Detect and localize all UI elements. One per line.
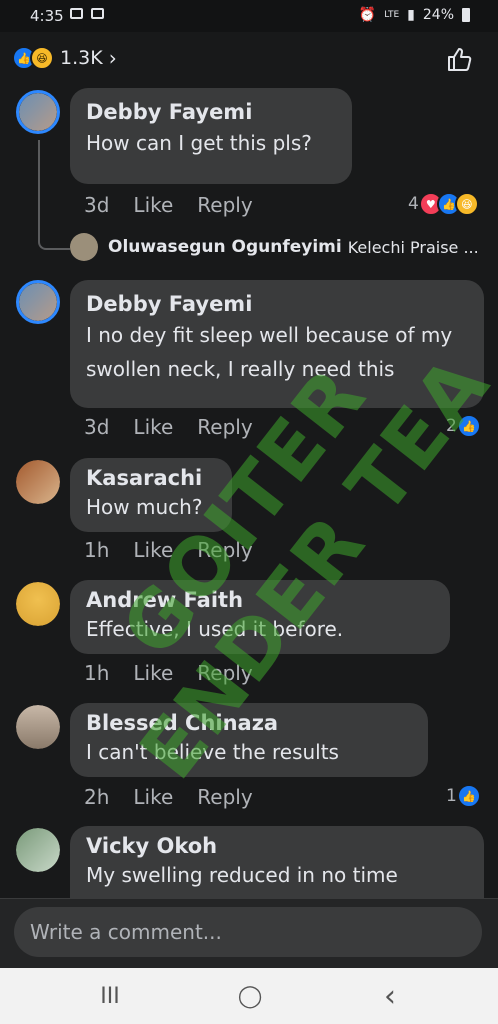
comment-composer xyxy=(0,898,498,969)
like-outline-icon[interactable] xyxy=(446,46,472,72)
gallery-icon xyxy=(70,8,83,19)
comment-bubble[interactable]: Debby Fayemi How can I get this pls? xyxy=(70,88,352,184)
avatar[interactable] xyxy=(16,90,60,134)
battery-icon xyxy=(462,8,470,22)
avatar-image xyxy=(16,582,60,626)
comment-text: How can I get this pls? xyxy=(86,131,312,155)
comment-time: 2h xyxy=(84,785,110,809)
comment-bubble[interactable]: Debby Fayemi I no dey fit sleep well bec… xyxy=(70,280,484,408)
avatar[interactable] xyxy=(16,582,60,626)
comment-actions: 3d Like Reply xyxy=(84,415,253,439)
reply-button[interactable]: Reply xyxy=(197,785,252,809)
like-button[interactable]: Like xyxy=(133,193,173,217)
comment-reactions[interactable]: 1 👍 xyxy=(446,784,481,808)
comment-time: 1h xyxy=(84,661,110,685)
avatar[interactable] xyxy=(16,280,60,324)
comment-input[interactable] xyxy=(14,907,482,957)
comment-author[interactable]: Kasarachi xyxy=(86,464,216,492)
system-nav-bar: III ◯ ‹ xyxy=(0,968,498,1024)
signal-icon: ▮ xyxy=(407,7,415,23)
avatar[interactable] xyxy=(16,828,60,872)
comment-time: 3d xyxy=(84,415,110,439)
comment-bubble[interactable]: Andrew Faith Effective, I used it before… xyxy=(70,580,450,654)
comment-actions: 3d Like Reply xyxy=(84,193,253,217)
haha-reaction-icon: 😆 xyxy=(454,192,479,216)
avatar-image xyxy=(16,828,60,872)
comment-author[interactable]: Debby Fayemi xyxy=(86,290,468,318)
comment-time: 3d xyxy=(84,193,110,217)
status-bar: 4:35 ⏰ LTE ▮ 24% xyxy=(0,0,498,32)
comment-text: How much? xyxy=(86,495,203,519)
comment-bubble[interactable]: Vicky Okoh My swelling reduced in no tim… xyxy=(70,826,484,898)
status-right: ⏰ LTE ▮ 24% xyxy=(359,7,470,23)
comment-author[interactable]: Blessed Chinaza xyxy=(86,709,412,737)
comment-actions: 1h Like Reply xyxy=(84,661,253,685)
thread-line xyxy=(38,140,70,250)
message-icon xyxy=(91,8,104,19)
reaction-count: 2 xyxy=(446,416,457,436)
reply-preview[interactable]: Oluwasegun Ogunfeyimi Kelechi Praise ... xyxy=(70,233,479,261)
home-button[interactable]: ◯ xyxy=(230,980,270,1012)
reaction-count: 1 xyxy=(446,786,457,806)
alarm-icon: ⏰ xyxy=(358,7,377,23)
comment-actions: 1h Like Reply xyxy=(84,538,253,562)
recent-apps-button[interactable]: III xyxy=(90,980,130,1012)
like-button[interactable]: Like xyxy=(133,415,173,439)
comment-text: I can't believe the results xyxy=(86,740,339,764)
status-time: 4:35 xyxy=(30,7,64,25)
avatar-image xyxy=(19,93,57,131)
status-notification-icons xyxy=(70,8,104,19)
like-reaction-icon: 👍 xyxy=(456,784,481,808)
reply-text: Kelechi Praise ... xyxy=(347,237,479,257)
comment-author[interactable]: Vicky Okoh xyxy=(86,832,468,860)
reactions-header: 👍 😆 1.3K › xyxy=(0,32,498,86)
like-button[interactable]: Like xyxy=(133,661,173,685)
comment-author[interactable]: Andrew Faith xyxy=(86,586,434,614)
reply-avatar xyxy=(70,233,98,261)
reaction-count: 4 xyxy=(408,194,419,214)
avatar-image xyxy=(16,460,60,504)
comment-reactions[interactable]: 2 👍 xyxy=(446,414,481,438)
haha-reaction-icon: 😆 xyxy=(30,46,54,70)
comment-bubble[interactable]: Kasarachi How much? xyxy=(70,458,232,532)
back-button[interactable]: ‹ xyxy=(370,979,410,1014)
like-reaction-icon: 👍 xyxy=(456,414,481,438)
reply-button[interactable]: Reply xyxy=(197,415,252,439)
comment-bubble[interactable]: Blessed Chinaza I can't believe the resu… xyxy=(70,703,428,777)
avatar-image xyxy=(16,705,60,749)
avatar-image xyxy=(19,283,57,321)
reaction-count: 1.3K xyxy=(60,47,103,69)
like-button[interactable]: Like xyxy=(133,538,173,562)
like-button[interactable]: Like xyxy=(133,785,173,809)
avatar[interactable] xyxy=(16,460,60,504)
chevron-right-icon: › xyxy=(108,46,117,70)
avatar[interactable] xyxy=(16,705,60,749)
comment-text: I no dey fit sleep well because of my sw… xyxy=(86,323,453,381)
network-label: LTE xyxy=(384,10,400,20)
reaction-summary[interactable]: 👍 😆 1.3K › xyxy=(12,46,117,70)
reply-button[interactable]: Reply xyxy=(197,661,252,685)
reply-button[interactable]: Reply xyxy=(197,193,252,217)
comment-text: My swelling reduced in no time xyxy=(86,863,398,887)
comment-time: 1h xyxy=(84,538,110,562)
reply-button[interactable]: Reply xyxy=(197,538,252,562)
reply-author: Oluwasegun Ogunfeyimi xyxy=(108,237,342,257)
comment-reactions[interactable]: 4 ♥ 👍 😆 xyxy=(408,192,479,216)
comment-text: Effective, I used it before. xyxy=(86,617,344,641)
comment-actions: 2h Like Reply xyxy=(84,785,253,809)
battery-percent: 24% xyxy=(422,7,454,23)
comment-author[interactable]: Debby Fayemi xyxy=(86,98,336,126)
